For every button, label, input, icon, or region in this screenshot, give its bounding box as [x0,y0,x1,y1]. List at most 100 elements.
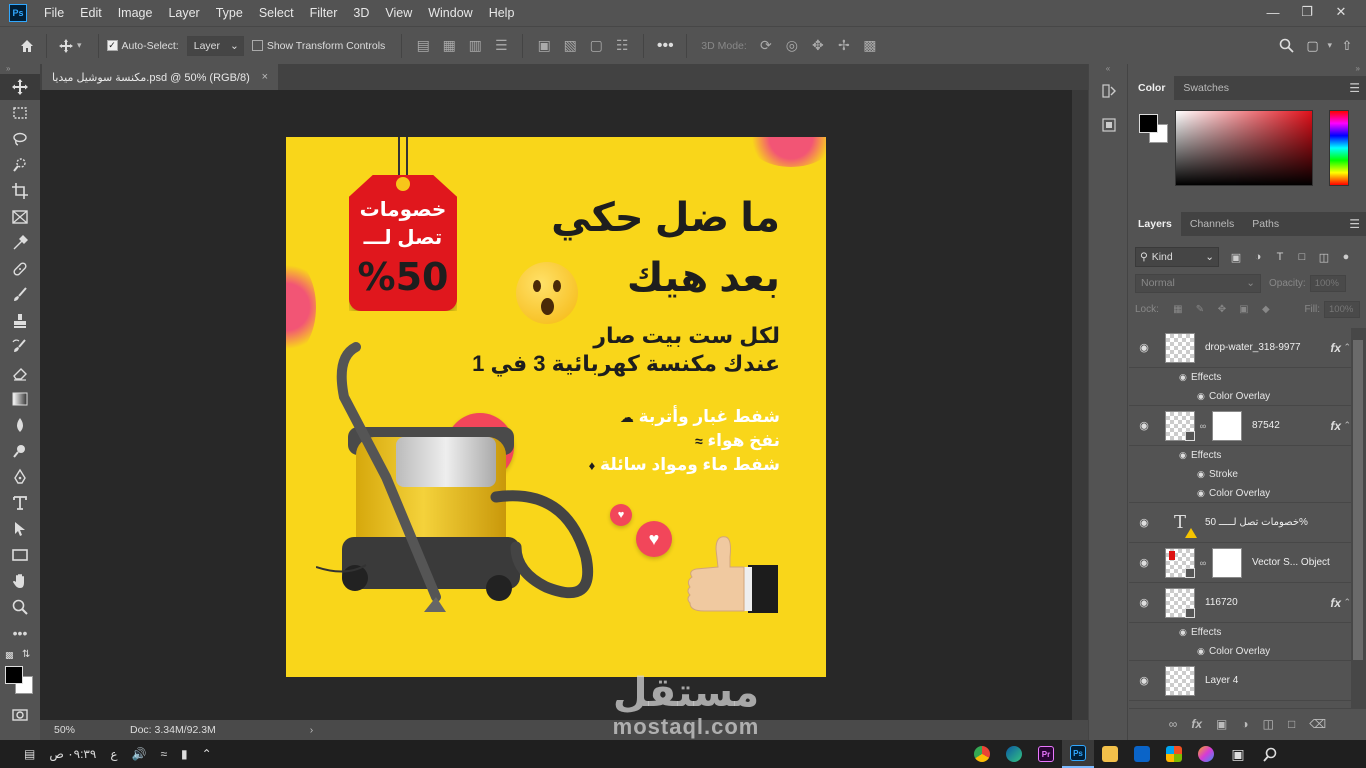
new-adjustment-layer-icon[interactable]: ◑ [1241,717,1248,731]
gradient-tool-icon[interactable] [0,386,40,412]
lock-artboard-icon[interactable]: ▣ [1233,304,1255,315]
menu-window[interactable]: Window [420,6,480,20]
effect-row[interactable]: ◉ Stroke [1129,465,1351,484]
fx-icon[interactable]: fx [1330,419,1341,433]
effects-row[interactable]: ◉ Effects [1129,446,1351,465]
filter-pixel-icon[interactable]: ▣ [1225,251,1247,264]
chevron-up-icon[interactable]: ⌃ [1343,342,1351,353]
link-layers-icon[interactable]: ∞ [1169,717,1178,731]
blend-mode-dropdown[interactable]: Normal ⌄ [1135,273,1261,293]
filter-adjustment-icon[interactable]: ◑ [1247,251,1269,263]
collapse-toolbar-icon[interactable]: » [0,64,40,74]
filter-toggle-icon[interactable]: ● [1335,251,1357,263]
effect-row[interactable]: ◉ Color Overlay [1129,387,1351,406]
lasso-tool-icon[interactable] [0,126,40,152]
menu-filter[interactable]: Filter [302,6,346,20]
collapse-panels-icon[interactable]: » [1129,64,1366,74]
new-layer-icon[interactable]: □ [1288,717,1295,731]
menu-view[interactable]: View [377,6,420,20]
auto-select-target-dropdown[interactable]: Layer ⌄ [186,35,244,56]
wifi-icon[interactable]: ≈ [160,747,167,761]
healing-brush-tool-icon[interactable] [0,256,40,282]
chrome-app[interactable] [966,740,998,768]
search-icon[interactable] [1275,35,1297,57]
history-panel-icon[interactable] [1089,74,1129,108]
lock-image-icon[interactable]: ✎ [1189,304,1211,315]
outlook-app[interactable] [1126,740,1158,768]
lock-position-icon[interactable]: ✥ [1211,304,1233,315]
visibility-eye-icon[interactable]: ◉ [1129,674,1159,687]
visibility-eye-icon[interactable]: ◉ [1129,596,1159,609]
align-top-edges-icon[interactable]: ▣ [531,35,557,57]
link-chain-icon[interactable]: ∞ [1198,421,1208,431]
fx-icon[interactable]: fx [1330,596,1341,610]
filter-kind-dropdown[interactable]: ⚲ Kind ⌄ [1135,247,1219,267]
chevron-down-icon[interactable]: ▾ [1327,40,1332,51]
chevron-up-icon[interactable]: ⌃ [1343,420,1351,431]
copilot-app[interactable] [1190,740,1222,768]
edge-app[interactable] [998,740,1030,768]
effect-row[interactable]: ◉ Color Overlay [1129,484,1351,503]
effects-row[interactable]: ◉ Effects [1129,368,1351,387]
add-layer-style-icon[interactable]: fx [1191,717,1202,731]
auto-select-checkbox[interactable]: ✓ [106,40,118,51]
show-transform-controls-checkbox[interactable] [251,40,263,51]
menu-edit[interactable]: Edit [72,6,110,20]
history-brush-tool-icon[interactable] [0,334,40,360]
3d-camera-icon[interactable]: ▩ [857,35,883,57]
zoom-tool-icon[interactable] [0,594,40,620]
scrollbar-thumb[interactable] [1353,340,1363,660]
canvas-vertical-scrollbar[interactable] [1072,90,1088,720]
move-tool-icon[interactable] [0,74,40,100]
3d-roll-icon[interactable]: ◎ [779,35,805,57]
visibility-eye-icon[interactable]: ◉ [1179,627,1191,638]
dodge-tool-icon[interactable] [0,438,40,464]
crop-tool-icon[interactable] [0,178,40,204]
menu-layer[interactable]: Layer [160,6,207,20]
more-options-icon[interactable]: ••• [652,35,678,57]
tab-swatches[interactable]: Swatches [1174,76,1238,100]
lock-transparent-icon[interactable]: ▦ [1167,304,1189,315]
menu-type[interactable]: Type [208,6,251,20]
color-picker-field[interactable] [1175,110,1313,186]
battery-icon[interactable]: ▮ [181,747,188,761]
store-app[interactable] [1158,740,1190,768]
files-app[interactable] [1094,740,1126,768]
hue-slider[interactable] [1329,110,1349,186]
fx-icon[interactable]: fx [1330,341,1341,355]
pen-tool-icon[interactable] [0,464,40,490]
brush-tool-icon[interactable] [0,282,40,308]
collapse-icon[interactable]: « [1089,64,1127,74]
link-chain-icon[interactable]: ∞ [1198,558,1208,568]
visibility-eye-icon[interactable]: ◉ [1179,450,1191,461]
menu-select[interactable]: Select [251,6,302,20]
distribute-horizontal-icon[interactable]: ☷ [609,35,635,57]
layers-scrollbar[interactable] [1351,328,1366,708]
photoshop-app[interactable]: Ps [1062,740,1094,768]
quick-selection-tool-icon[interactable] [0,152,40,178]
3d-orbit-icon[interactable]: ⟳ [753,35,779,57]
chevron-down-icon[interactable]: ▾ [77,40,82,51]
visibility-eye-icon[interactable]: ◉ [1197,391,1209,402]
lock-all-icon[interactable]: ◆ [1255,304,1277,315]
layer-row[interactable]: ◉ 116720 fx ⌃ [1129,583,1351,623]
minimize-button[interactable]: — [1256,2,1290,22]
layer-mask-thumbnail[interactable] [1212,547,1242,578]
visibility-eye-icon[interactable]: ◉ [1129,419,1159,432]
visibility-eye-icon[interactable]: ◉ [1197,488,1209,499]
input-language[interactable]: ع [110,747,117,761]
effect-row[interactable]: ◉ Color Overlay [1129,642,1351,661]
notifications-icon[interactable]: ▤ [24,747,35,761]
marquee-tool-icon[interactable] [0,100,40,126]
visibility-eye-icon[interactable]: ◉ [1179,372,1191,383]
filter-smart-object-icon[interactable]: ◫ [1313,251,1335,264]
foreground-color-swatch[interactable] [1139,114,1158,133]
zoom-level[interactable]: 50% [40,724,90,736]
layer-row[interactable]: ◉ ∞ 87542 fx ⌃ [1129,406,1351,446]
blur-tool-icon[interactable] [0,412,40,438]
layer-row[interactable]: ◉ drop-water_318-9977 fx ⌃ [1129,328,1351,368]
tab-layers[interactable]: Layers [1129,212,1181,236]
path-selection-tool-icon[interactable] [0,516,40,542]
task-view-button[interactable]: ▣ [1222,740,1254,768]
distribute-vertical-icon[interactable]: ☰ [488,35,514,57]
